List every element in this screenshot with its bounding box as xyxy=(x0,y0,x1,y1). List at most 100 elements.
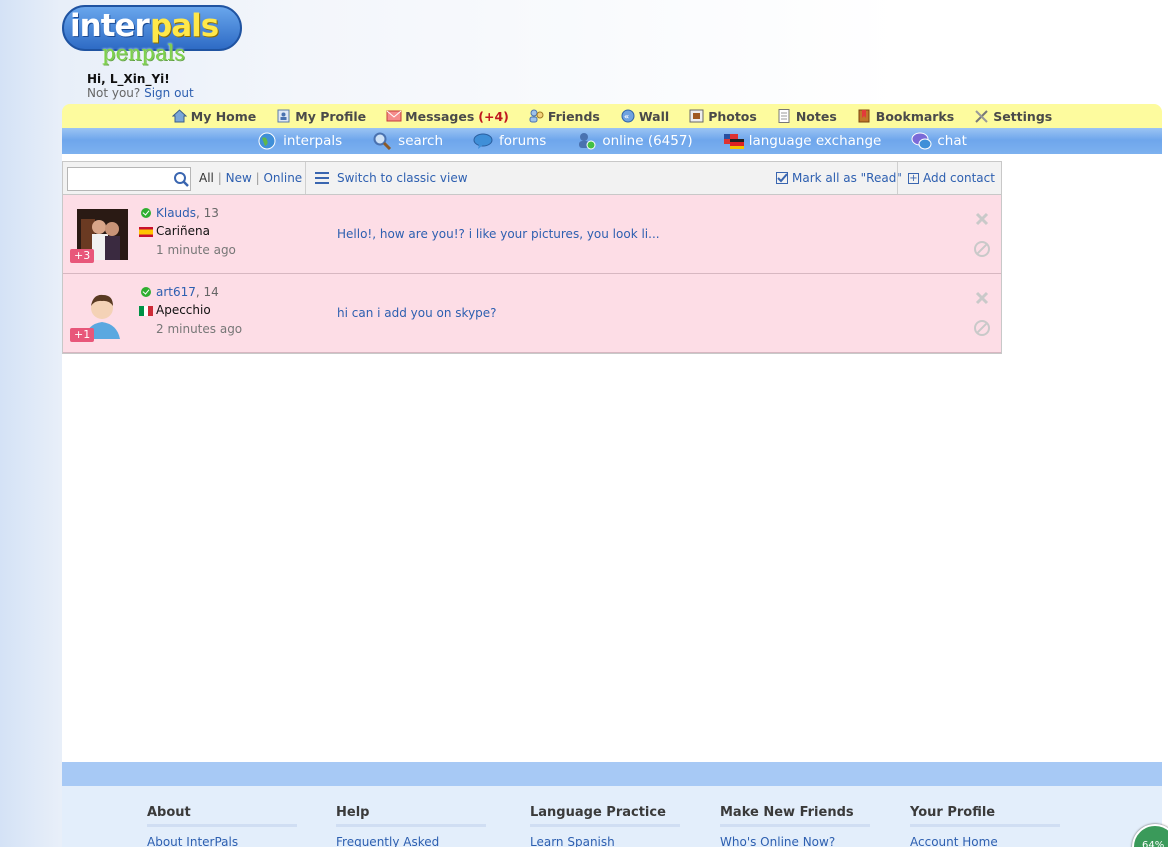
footer-link[interactable]: About InterPals xyxy=(147,835,297,847)
photo-count-badge: +1 xyxy=(70,328,95,342)
sender-name-link[interactable]: Klauds xyxy=(156,206,196,220)
footer: About About InterPals Help Frequently As… xyxy=(62,786,1162,847)
menu-bookmarks[interactable]: Bookmarks xyxy=(857,109,954,124)
search-button[interactable] xyxy=(172,169,190,189)
footer-column-help: Help Frequently Asked Questions xyxy=(336,805,486,847)
menu-my-home[interactable]: My Home xyxy=(171,109,256,124)
sender-name-link[interactable]: art617 xyxy=(156,285,196,299)
message-time: 1 minute ago xyxy=(156,243,236,257)
home-icon xyxy=(171,109,188,123)
conversation-row[interactable]: +1 art617, 14 Apecchio 2 minutes ago hi … xyxy=(63,274,1001,353)
filter-separator: | xyxy=(217,171,222,185)
footer-column-about: About About InterPals xyxy=(147,805,297,847)
photo-count-badge: +3 xyxy=(70,249,95,263)
menu-label: My Profile xyxy=(295,108,367,124)
delete-icon[interactable] xyxy=(974,211,990,227)
switch-classic-view-link[interactable]: Switch to classic view xyxy=(315,171,468,185)
footer-column-language-practice: Language Practice Learn Spanish xyxy=(530,805,680,847)
footer-link[interactable]: Who's Online Now? xyxy=(720,835,870,847)
mark-read-label: Mark all as "Read" xyxy=(792,171,902,185)
nav-label: language exchange xyxy=(748,133,882,149)
block-icon[interactable] xyxy=(974,320,990,336)
messages-count: (+4) xyxy=(478,108,509,124)
footer-link[interactable]: Account Home xyxy=(910,835,1060,847)
tools-icon xyxy=(974,109,989,123)
envelope-icon xyxy=(386,109,402,123)
footer-column-your-profile: Your Profile Account Home xyxy=(910,805,1060,847)
logo-text-penpals: penpals xyxy=(102,41,185,65)
nav-label: search xyxy=(398,133,444,149)
menu-my-profile[interactable]: My Profile xyxy=(276,109,366,124)
main-menu: My Home My Profile Messages (+4) Friends… xyxy=(62,104,1162,128)
delete-icon[interactable] xyxy=(974,290,990,306)
mark-all-read-link[interactable]: Mark all as "Read" xyxy=(776,171,902,185)
interpals-logo[interactable]: inter pals penpals xyxy=(62,5,242,69)
footer-heading: Make New Friends xyxy=(720,805,870,827)
greeting: Hi, L_Xin_Yi! xyxy=(87,72,170,86)
footer-heading: Your Profile xyxy=(910,805,1060,827)
menu-label: Notes xyxy=(795,108,837,124)
nav-interpals[interactable]: interpals xyxy=(257,132,342,150)
italy-flag-icon xyxy=(139,305,153,316)
nav-language-exchange[interactable]: language exchange xyxy=(723,132,882,150)
filter-all[interactable]: All xyxy=(199,171,214,185)
friends-icon xyxy=(529,109,544,123)
globe-icon xyxy=(257,132,277,150)
footer-heading: Language Practice xyxy=(530,805,680,827)
bookmark-icon xyxy=(857,109,872,123)
notes-icon xyxy=(777,109,792,123)
footer-link[interactable]: Frequently Asked Questions xyxy=(336,835,486,847)
menu-friends[interactable]: Friends xyxy=(529,109,600,124)
speech-bubble-icon xyxy=(473,132,493,150)
filter-online[interactable]: Online xyxy=(263,171,302,185)
search-field[interactable] xyxy=(67,167,191,191)
sender-city: Apecchio xyxy=(156,303,211,317)
secondary-menu: interpals search forums online (6457) la… xyxy=(62,128,1162,154)
menu-label: Wall xyxy=(638,108,670,124)
menu-label: Friends xyxy=(547,108,600,124)
magnifier-icon xyxy=(372,132,392,151)
menu-label: Bookmarks xyxy=(875,108,955,124)
footer-column-make-new-friends: Make New Friends Who's Online Now? xyxy=(720,805,870,847)
menu-notes[interactable]: Notes xyxy=(777,109,837,124)
message-preview[interactable]: Hello!, how are you!? i like your pictur… xyxy=(337,227,660,241)
online-status-icon xyxy=(141,287,151,297)
menu-settings[interactable]: Settings xyxy=(974,109,1052,124)
online-status-icon xyxy=(141,208,151,218)
nav-forums[interactable]: forums xyxy=(473,132,546,150)
filter-separator: | xyxy=(255,171,260,185)
sender-city: Cariñena xyxy=(156,224,210,238)
toolbar-divider xyxy=(305,162,306,194)
message-preview[interactable]: hi can i add you on skype? xyxy=(337,306,497,320)
photos-icon xyxy=(689,109,704,123)
filter-new[interactable]: New xyxy=(226,171,252,185)
menu-photos[interactable]: Photos xyxy=(689,109,757,124)
messages-panel: All | New | Online Switch to classic vie… xyxy=(62,161,1002,354)
message-time: 2 minutes ago xyxy=(156,322,243,336)
conversation-row[interactable]: +3 Klauds, 13 Cariñena 1 minute ago Hell… xyxy=(63,195,1001,274)
menu-label: Settings xyxy=(993,108,1053,124)
block-icon[interactable] xyxy=(974,241,990,257)
search-input[interactable] xyxy=(70,169,168,189)
checkbox-icon xyxy=(776,172,788,184)
svg-text:«: « xyxy=(624,112,629,121)
sender-age: , 13 xyxy=(196,206,219,220)
menu-wall[interactable]: « Wall xyxy=(620,109,669,124)
chat-icon xyxy=(911,132,932,150)
profile-icon xyxy=(276,109,291,123)
sign-out-link[interactable]: Sign out xyxy=(144,86,194,100)
nav-label: chat xyxy=(937,133,967,149)
nav-online[interactable]: online (6457) xyxy=(576,132,693,150)
classic-view-label: Switch to classic view xyxy=(337,171,468,185)
nav-search[interactable]: search xyxy=(372,132,444,151)
not-you-label: Not you? xyxy=(87,86,141,100)
nav-chat[interactable]: chat xyxy=(911,132,967,150)
menu-messages[interactable]: Messages (+4) xyxy=(386,109,509,124)
add-contact-link[interactable]: + Add contact xyxy=(908,171,995,185)
plus-icon: + xyxy=(908,172,919,184)
toolbar-divider xyxy=(897,162,898,194)
footer-heading: Help xyxy=(336,805,486,827)
logo-text-inter: inter xyxy=(70,8,150,44)
footer-heading: About xyxy=(147,805,297,827)
footer-link[interactable]: Learn Spanish xyxy=(530,835,680,847)
